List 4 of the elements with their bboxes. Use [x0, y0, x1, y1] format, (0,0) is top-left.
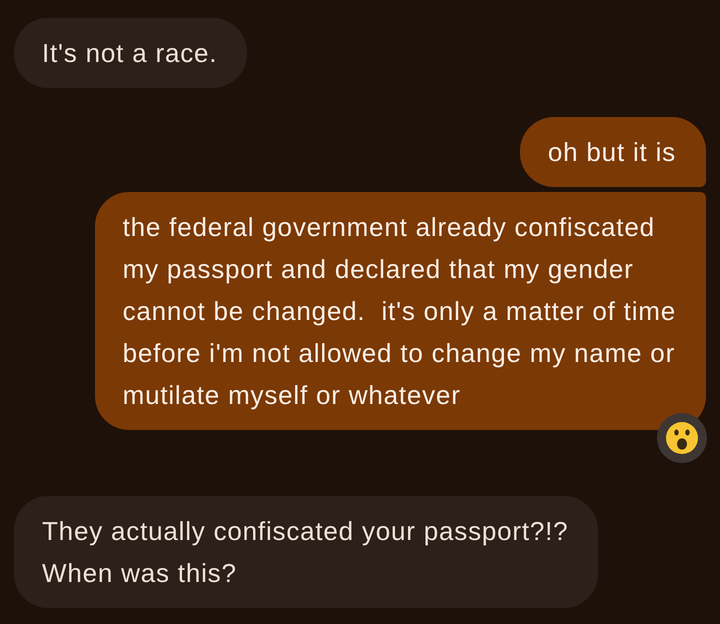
message-text: It's not a race.	[42, 37, 218, 70]
message-text: They actually confiscated your passport?!? When was this?	[42, 515, 568, 590]
message-text: the federal government already confiscated my passport and declared that my gender cannot be changed. it's only a matter of time before i'm not allowed to change my name or mutilate myself or whatever	[122, 211, 676, 412]
message-text: oh but it is	[548, 136, 676, 169]
